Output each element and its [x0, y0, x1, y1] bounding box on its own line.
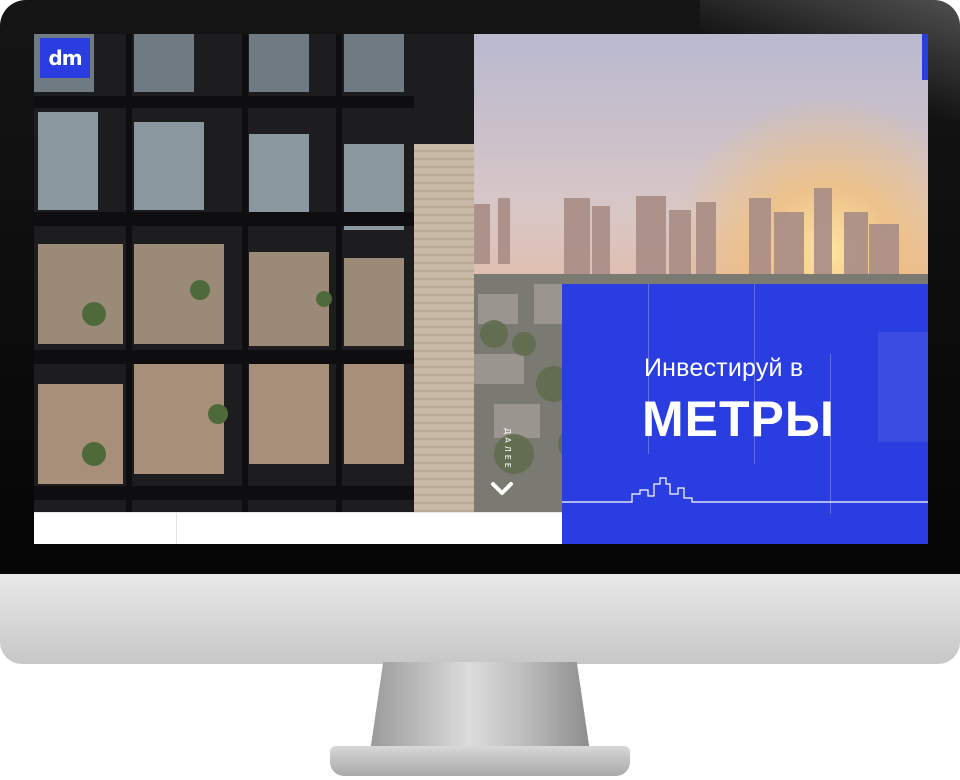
monitor-stand-base: [330, 746, 630, 776]
ghost-letter-shape: [878, 332, 928, 442]
building-facade: [414, 144, 474, 512]
bottom-bar-divider: [176, 513, 177, 544]
site-logo[interactable]: dm: [40, 38, 90, 78]
menu-accent-tab[interactable]: [922, 34, 928, 80]
chevron-down-icon[interactable]: [488, 475, 516, 503]
monitor-chin: [0, 574, 960, 664]
logo-text: dm: [48, 46, 82, 70]
scroll-label: ДАЛЕЕ: [503, 427, 512, 471]
hero-subtitle: Инвестируй в: [644, 354, 804, 382]
building-image: [34, 34, 474, 512]
building-windows: [34, 34, 414, 512]
website-screen: dm ДАЛЕЕ Инвестируй в МЕТРЫ: [34, 34, 928, 544]
hero-card: Инвестируй в МЕТРЫ: [562, 284, 928, 544]
skyline-outline-icon: [562, 477, 928, 503]
bottom-bar: [34, 512, 562, 544]
monitor-stand: [370, 662, 590, 752]
hero-title: МЕТРЫ: [642, 391, 835, 447]
scroll-down-hint[interactable]: ДАЛЕЕ: [484, 419, 520, 514]
